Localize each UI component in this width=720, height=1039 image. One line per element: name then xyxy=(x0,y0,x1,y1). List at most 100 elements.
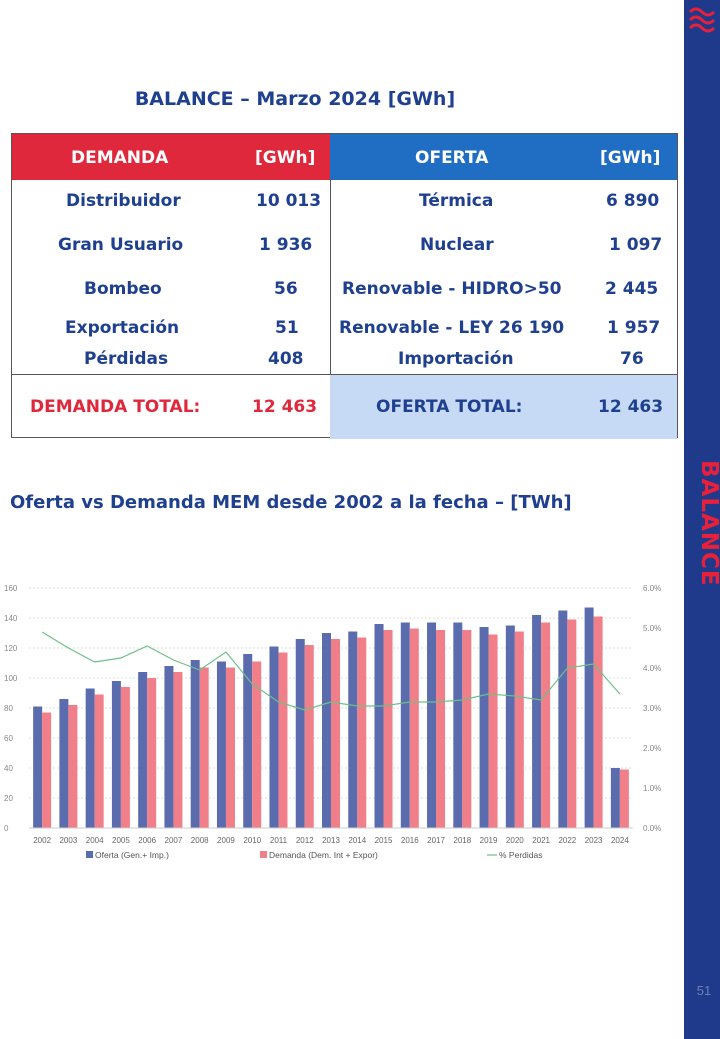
oferta-header-unit: [GWh] xyxy=(600,148,661,168)
oferta-row-label: Importación xyxy=(398,349,514,369)
oferta-row-value: 6 890 xyxy=(606,191,660,211)
bar-oferta xyxy=(505,625,515,828)
y-right-tick-label: 4.0% xyxy=(643,664,661,673)
x-tick-label: 2005 xyxy=(112,836,130,845)
bar-demanda xyxy=(173,672,183,828)
demanda-row-value: 408 xyxy=(268,349,304,369)
bar-demanda xyxy=(436,630,446,828)
y-right-tick-label: 5.0% xyxy=(643,624,661,633)
oferta-row-value: 2 445 xyxy=(605,279,659,299)
bar-demanda xyxy=(593,616,603,828)
bar-oferta xyxy=(400,622,410,828)
page-number: 51 xyxy=(696,983,712,998)
bar-demanda xyxy=(68,705,78,828)
bar-oferta xyxy=(453,622,463,828)
chart-title: Oferta vs Demanda MEM desde 2002 a la fe… xyxy=(10,492,572,513)
oferta-row-label: Renovable - LEY 26 190 xyxy=(339,318,565,338)
bar-oferta xyxy=(532,615,542,828)
bar-oferta xyxy=(295,639,305,828)
y-left-tick-label: 120 xyxy=(4,644,18,653)
y-left-tick-label: 40 xyxy=(4,764,13,773)
y-left-tick-label: 0 xyxy=(4,824,9,833)
y-right-tick-label: 3.0% xyxy=(643,704,661,713)
oferta-row-label: Renovable - HIDRO>50 xyxy=(342,279,562,299)
bar-demanda xyxy=(383,630,393,828)
oferta-column: OFERTA [GWh] Térmica 6 890 Nuclear 1 097… xyxy=(330,134,677,439)
y-left-tick-label: 20 xyxy=(4,794,13,803)
demanda-header-label: DEMANDA xyxy=(71,148,169,168)
y-right-tick-label: 0.0% xyxy=(643,824,661,833)
y-left-tick-label: 140 xyxy=(4,614,18,623)
x-tick-label: 2017 xyxy=(427,836,445,845)
x-tick-label: 2007 xyxy=(165,836,183,845)
oferta-row-label: Nuclear xyxy=(420,235,494,255)
bar-oferta xyxy=(322,633,331,828)
bar-oferta xyxy=(374,624,384,828)
sidebar-title: BALANCE xyxy=(696,459,720,587)
x-tick-label: 2022 xyxy=(558,836,576,845)
bar-demanda xyxy=(488,634,498,828)
oferta-total-value: 12 463 xyxy=(598,397,664,417)
x-tick-label: 2020 xyxy=(506,836,524,845)
bar-demanda xyxy=(462,630,472,828)
bar-demanda xyxy=(409,628,419,828)
x-tick-label: 2004 xyxy=(86,836,104,845)
bar-oferta xyxy=(59,699,69,828)
bar-demanda xyxy=(304,645,314,828)
bar-demanda xyxy=(619,769,629,828)
legend-swatch xyxy=(260,851,267,858)
bar-oferta xyxy=(111,681,121,828)
bar-oferta xyxy=(427,622,437,828)
x-tick-label: 2024 xyxy=(611,836,629,845)
bar-demanda xyxy=(357,637,367,828)
demanda-header: DEMANDA [GWh] xyxy=(12,134,330,180)
bar-oferta xyxy=(479,627,489,828)
legend-swatch xyxy=(86,851,93,858)
demanda-row-label: Exportación xyxy=(65,318,180,338)
bar-demanda xyxy=(541,622,551,828)
bar-oferta xyxy=(610,768,620,828)
x-tick-label: 2012 xyxy=(296,836,314,845)
y-right-tick-label: 6.0% xyxy=(643,584,661,593)
x-tick-label: 2016 xyxy=(401,836,419,845)
x-tick-label: 2018 xyxy=(453,836,471,845)
x-tick-label: 2009 xyxy=(217,836,235,845)
oferta-row-value: 76 xyxy=(620,349,644,369)
demanda-row-label: Distribuidor xyxy=(66,191,181,211)
bar-oferta xyxy=(243,654,253,828)
x-tick-label: 2019 xyxy=(480,836,498,845)
demanda-column: DEMANDA [GWh] Distribuidor 10 013 Gran U… xyxy=(12,134,331,437)
demanda-row-value: 56 xyxy=(274,279,298,299)
oferta-total-row: OFERTA TOTAL: 12 463 xyxy=(330,374,677,439)
page-title: BALANCE – Marzo 2024 [GWh] xyxy=(134,88,456,110)
oferta-total-label: OFERTA TOTAL: xyxy=(376,397,523,417)
demanda-total-label: DEMANDA TOTAL: xyxy=(30,397,201,417)
demanda-header-unit: [GWh] xyxy=(255,148,316,168)
bar-demanda xyxy=(147,678,157,828)
bar-demanda xyxy=(514,631,524,828)
x-tick-label: 2008 xyxy=(191,836,209,845)
y-right-tick-label: 1.0% xyxy=(643,784,661,793)
demanda-row-value: 10 013 xyxy=(256,191,322,211)
legend-label: Oferta (Gen.+ Imp.) xyxy=(95,850,169,860)
x-tick-label: 2002 xyxy=(33,836,51,845)
y-left-tick-label: 100 xyxy=(4,674,18,683)
demanda-row-label: Bombeo xyxy=(84,279,162,299)
oferta-header-label: OFERTA xyxy=(415,148,489,168)
demanda-row-value: 51 xyxy=(275,318,299,338)
oferta-header: OFERTA [GWh] xyxy=(330,134,677,180)
y-left-tick-label: 80 xyxy=(4,704,13,713)
bar-demanda xyxy=(225,667,235,828)
x-tick-label: 2006 xyxy=(138,836,156,845)
bar-demanda xyxy=(94,694,104,828)
bar-oferta xyxy=(584,607,594,828)
bar-oferta xyxy=(558,610,568,828)
bar-oferta xyxy=(85,688,95,828)
x-tick-label: 2021 xyxy=(532,836,550,845)
bar-oferta xyxy=(216,661,226,828)
balance-table: DEMANDA [GWh] Distribuidor 10 013 Gran U… xyxy=(11,133,678,439)
bar-demanda xyxy=(331,639,340,828)
x-tick-label: 2003 xyxy=(59,836,77,845)
demanda-total-row: DEMANDA TOTAL: 12 463 xyxy=(12,374,330,439)
bar-demanda xyxy=(278,652,288,828)
